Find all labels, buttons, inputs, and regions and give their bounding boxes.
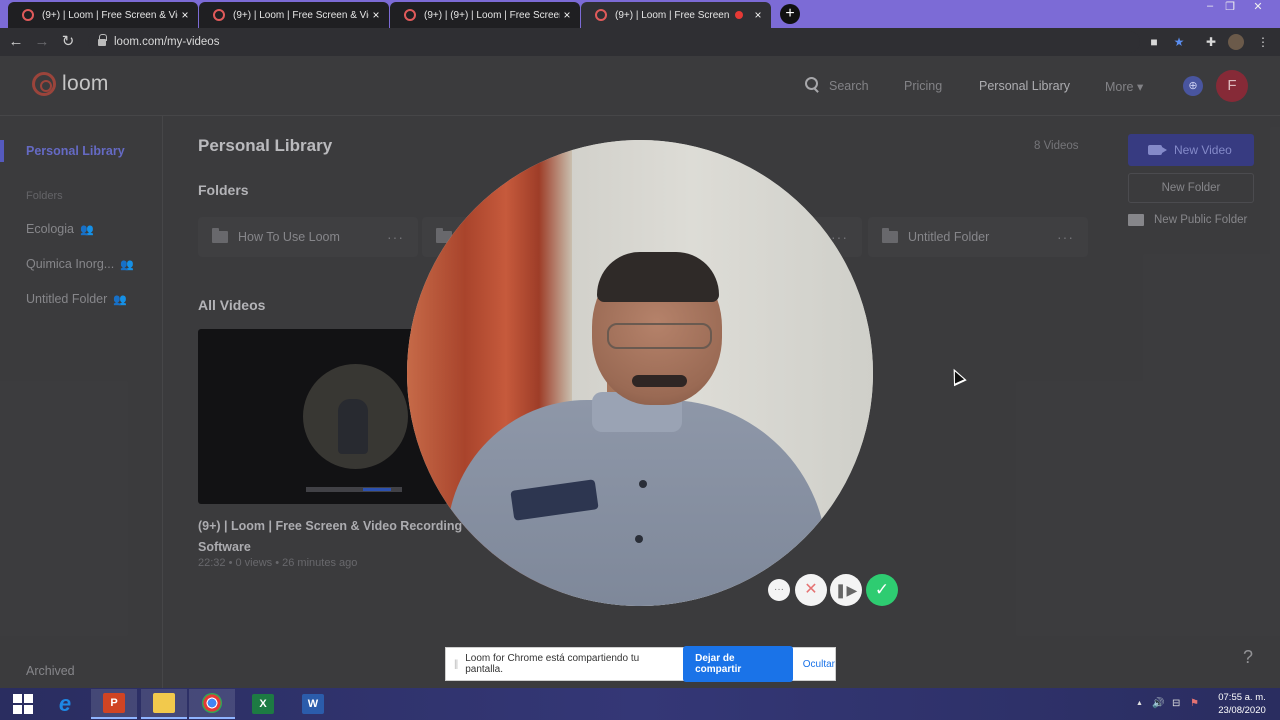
loom-favicon-icon [22,9,34,21]
browser-tab[interactable]: (9+) | (9+) | Loom | Free Screen & Vide … [390,2,580,28]
webcam-person-glasses [607,323,712,349]
close-tab-icon[interactable]: × [751,8,765,22]
menu-kebab-icon[interactable]: ⋮ [1255,34,1271,50]
shirt-button [639,480,647,488]
word-icon: W [302,694,324,714]
taskbar-app-powerpoint[interactable]: P [91,689,137,719]
clock-date: 23/08/2020 [1218,705,1266,716]
restore-window-button[interactable]: ❐ [1218,0,1242,16]
loom-favicon-icon [213,9,225,21]
taskbar-app-internet-explorer[interactable]: e [42,689,88,719]
screen-share-notification: || Loom for Chrome está compartiendo tu … [445,646,836,682]
webcam-person-moustache [632,375,687,387]
url-bar[interactable]: loom.com/my-videos [88,31,1140,53]
close-window-button[interactable]: ✕ [1246,0,1270,16]
taskbar-app-word[interactable]: W [290,689,336,719]
share-message: Loom for Chrome está compartiendo tu pan… [465,653,640,675]
back-arrow-icon[interactable]: ← [6,32,26,52]
excel-icon: X [252,694,274,714]
lock-icon [98,33,107,46]
new-tab-button[interactable]: + [780,4,800,24]
hide-button[interactable]: Ocultar [803,659,835,670]
taskbar-app-excel[interactable]: X [240,689,286,719]
windows-taskbar: e P X W ▲ 🔊 ⊟ ⚑ 07:55 a. m. 23/08/2020 [0,688,1280,720]
close-tab-icon[interactable]: × [560,8,574,22]
forward-arrow-icon[interactable]: → [32,32,52,52]
browser-tab[interactable]: (9+) | Loom | Free Screen & Vide × [8,2,198,28]
loom-favicon-icon [404,9,416,21]
stop-sharing-button[interactable]: Dejar de compartir [683,646,793,682]
taskbar-app-file-explorer[interactable] [141,689,187,719]
taskbar-app-chrome[interactable] [189,689,235,719]
browser-tab-active[interactable]: (9+) | Loom | Free Screen & V × [581,2,771,28]
start-button[interactable] [0,689,46,719]
show-hidden-icons-chevron-icon[interactable]: ▲ [1136,700,1143,707]
camera-icon[interactable]: ■ [1146,34,1162,50]
internet-explorer-icon: e [58,691,72,716]
close-tab-icon[interactable]: × [369,8,383,22]
drag-handle-icon[interactable]: || [454,659,458,670]
recording-more-options-button[interactable]: ··· [768,579,790,601]
tab-title: (9+) | Loom | Free Screen & Vide [42,9,178,21]
webcam-bubble[interactable] [407,140,873,606]
bookmark-star-icon[interactable]: ★ [1171,34,1187,50]
shirt-button [635,535,643,543]
taskbar-clock[interactable]: 07:55 a. m. 23/08/2020 [1210,691,1274,717]
pause-recording-button[interactable]: ❚▶ [830,574,862,606]
volume-icon[interactable]: 🔊 [1152,698,1164,709]
browser-tab[interactable]: (9+) | Loom | Free Screen & Vide × [199,2,389,28]
network-icon[interactable]: ⊟ [1172,698,1180,709]
tab-title: (9+) | Loom | Free Screen & Vide [233,9,369,21]
browser-toolbar: ← → ↻ loom.com/my-videos ■ ★ ✚ ⋮ [0,28,1280,56]
close-tab-icon[interactable]: × [178,8,192,22]
profile-avatar-icon[interactable] [1228,34,1244,50]
recording-indicator-icon [735,11,743,19]
powerpoint-icon: P [103,693,125,713]
extensions-puzzle-icon[interactable]: ✚ [1203,34,1219,50]
tab-title: (9+) | (9+) | Loom | Free Screen & Vide [424,9,560,21]
webcam-person-hair [597,252,719,302]
finish-recording-button[interactable]: ✓ [866,574,898,606]
file-explorer-icon [153,693,175,713]
tab-title: (9+) | Loom | Free Screen & V [615,9,731,21]
loom-favicon-icon [595,9,607,21]
url-text: loom.com/my-videos [114,36,220,48]
clock-time: 07:55 a. m. [1218,692,1266,703]
reload-icon[interactable]: ↻ [58,32,78,52]
cancel-recording-button[interactable]: ✕ [795,574,827,606]
browser-tab-strip: (9+) | Loom | Free Screen & Vide × (9+) … [0,0,1280,28]
chrome-icon [202,693,222,713]
windows-logo-icon [13,694,33,714]
notification-flag-icon[interactable]: ⚑ [1190,698,1199,709]
